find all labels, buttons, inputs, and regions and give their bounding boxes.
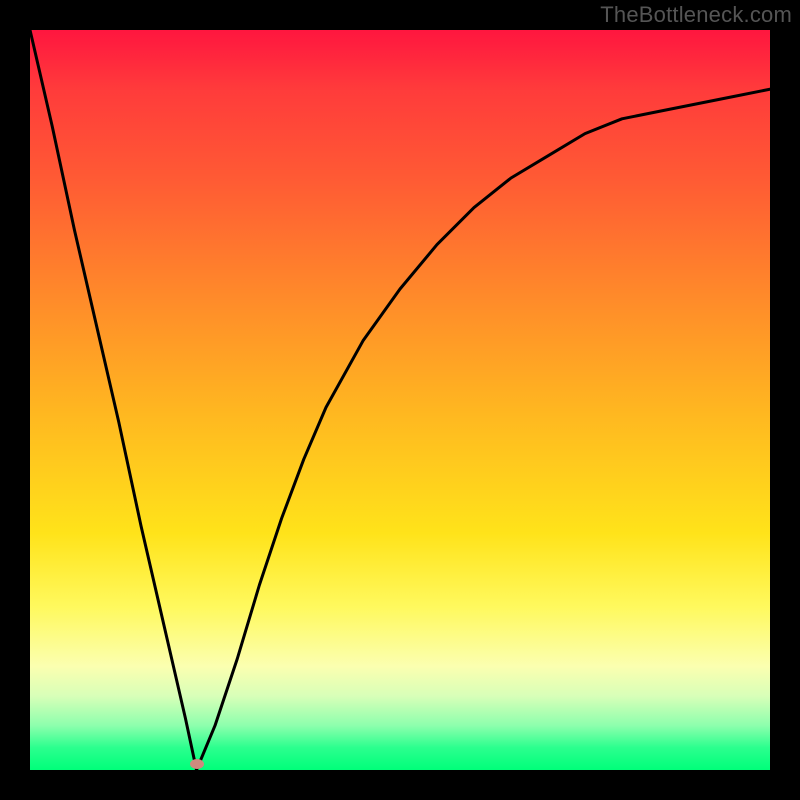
bottleneck-curve [30,30,770,770]
chart-frame: TheBottleneck.com [0,0,800,800]
plot-area [30,30,770,770]
minimum-marker [190,759,204,769]
watermark-text: TheBottleneck.com [600,2,792,28]
curve-line [30,30,770,770]
